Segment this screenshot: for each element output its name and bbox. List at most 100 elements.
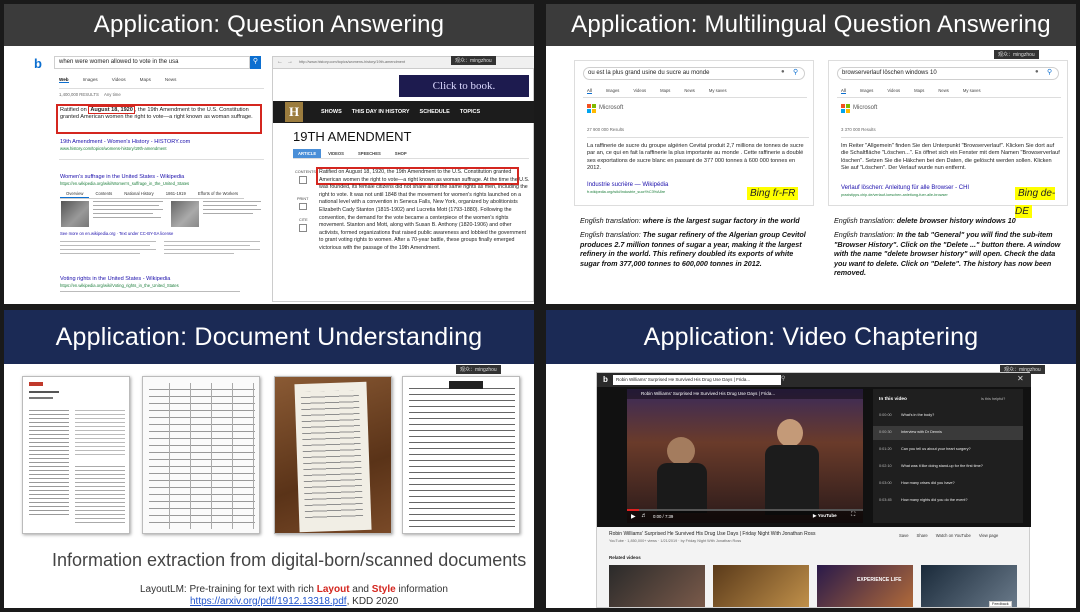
related-thumb-2[interactable] <box>713 565 809 607</box>
side-contents[interactable]: CONTENTS <box>295 170 316 174</box>
chapter-item[interactable]: 0:00:00 What's in the body? <box>873 409 1023 423</box>
bing-logo-icon[interactable]: b <box>34 56 42 71</box>
fr-tabs: All Images Videos Maps News My saves <box>587 88 727 94</box>
de-tab-saves[interactable]: My saves <box>963 88 981 94</box>
cite-icon[interactable] <box>299 224 307 232</box>
tab-web[interactable]: Web <box>59 77 69 83</box>
result-wiki-link[interactable]: Women's suffrage in the United States - … <box>60 174 184 180</box>
article-tab-shop[interactable]: SHOP <box>388 149 414 158</box>
wiki-tab-efforts[interactable]: Efforts of the Workers <box>192 190 244 198</box>
arxiv-link[interactable]: https://arxiv.org/pdf/1912.13318.pdf <box>190 596 347 607</box>
document-thumbnail-1[interactable] <box>22 376 130 534</box>
microsoft-logo-icon <box>841 104 851 114</box>
de-tab-videos[interactable]: Videos <box>887 88 900 94</box>
de-tab-news[interactable]: News <box>938 88 948 94</box>
fr-tab-saves[interactable]: My saves <box>709 88 727 94</box>
view-page-button[interactable]: View page <box>979 533 998 538</box>
de-tabs: All Images Videos Maps News My saves <box>841 88 981 94</box>
de-tab-maps[interactable]: Maps <box>914 88 924 94</box>
camera-icon[interactable]: ● <box>781 69 785 75</box>
de-tab-images[interactable]: Images <box>860 88 874 94</box>
fr-tab-maps[interactable]: Maps <box>660 88 670 94</box>
nav-schedule[interactable]: SCHEDULE <box>420 109 450 115</box>
search-icon[interactable]: ⚲ <box>1047 68 1052 76</box>
search-input[interactable]: when were women allowed to vote in the u… <box>54 56 250 69</box>
wiki-tabs: Overview Contents National History 1861-… <box>60 190 245 199</box>
chapter-time: 0:00:00 <box>879 413 892 417</box>
fr-wiki-link[interactable]: Industrie sucrière — Wikipédia <box>587 182 668 188</box>
related-thumb-1[interactable] <box>609 565 705 607</box>
print-icon[interactable] <box>299 203 307 210</box>
address-bar[interactable]: http://www.history.com/topics/womens-his… <box>299 60 405 64</box>
bing-logo-icon[interactable]: b <box>603 375 608 384</box>
side-print[interactable]: PRINT <box>297 197 308 201</box>
fr-tab-videos[interactable]: Videos <box>633 88 646 94</box>
nav-topics[interactable]: TOPICS <box>460 109 480 115</box>
de-tag: Bing de-DE <box>1015 187 1056 218</box>
nav-this-day[interactable]: THIS DAY IN HISTORY <box>352 109 410 115</box>
volume-icon[interactable]: ♬ <box>641 513 647 519</box>
play-icon[interactable]: ▶ <box>631 513 636 520</box>
save-button[interactable]: Save <box>899 533 909 538</box>
article-tab-videos[interactable]: VIDEOS <box>321 149 351 158</box>
contents-icon[interactable] <box>299 176 307 184</box>
chapter-item[interactable]: 0:03:45 How many nights did you do the ev… <box>873 494 1023 508</box>
progress-track[interactable] <box>627 509 863 511</box>
ad-banner[interactable]: Click to book. <box>399 75 529 97</box>
fr-tab-images[interactable]: Images <box>606 88 620 94</box>
result-voting-link[interactable]: Voting rights in the United States - Wik… <box>60 276 170 282</box>
tab-videos[interactable]: Videos <box>112 77 126 83</box>
below-title[interactable]: Robin Williams' Surprised He Survived Hi… <box>609 531 816 537</box>
any-time-filter[interactable]: Any time <box>104 92 121 98</box>
wiki-tab-1861-1919[interactable]: 1861-1919 <box>160 190 192 198</box>
slide-title: Application: Video Chaptering <box>546 310 1076 364</box>
share-button[interactable]: Share <box>917 533 928 538</box>
document-thumbnail-3[interactable] <box>274 376 392 534</box>
article-tab-speeches[interactable]: SPEECHES <box>351 149 388 158</box>
chapter-panel: In this video Is this helpful? 0:00:00 Wh… <box>873 389 1023 523</box>
article-tab-article[interactable]: ARTICLE <box>293 149 322 158</box>
chapter-item[interactable]: 0:01:20 Can you tell us about your heart … <box>873 443 1023 457</box>
tab-maps[interactable]: Maps <box>140 77 151 83</box>
chapter-item[interactable]: 0:00:30 Interview with Dr Dennis <box>873 426 1023 440</box>
de-tab-all[interactable]: All <box>841 88 846 94</box>
bing-fr-panel: ou est la plus grand usine du sucre au m… <box>574 60 814 206</box>
related-thumb-3[interactable]: EXPERIENCE LIFE <box>817 565 913 607</box>
tab-images[interactable]: Images <box>83 77 98 83</box>
search-icon[interactable]: ⚲ <box>793 68 798 76</box>
search-icon[interactable]: ⚲ <box>781 375 785 382</box>
watch-youtube-button[interactable]: Watch on YouTube <box>936 533 971 538</box>
de-search-input[interactable]: browserverlauf löschen windows 10 <box>837 67 1059 80</box>
video-player[interactable]: Robin Williams' Surprised He Survived Hi… <box>597 387 1031 527</box>
chapter-item[interactable]: 0:03:00 How many crises did you have? <box>873 477 1023 491</box>
fr-translation: English translation: where is the larges… <box>580 216 800 225</box>
wiki-tab-overview[interactable]: Overview <box>60 190 90 198</box>
video-search-input[interactable]: Robin Williams' Surprised He Survived Hi… <box>613 375 781 385</box>
tab-news[interactable]: News <box>165 77 177 83</box>
document-thumbnail-2[interactable] <box>142 376 260 534</box>
see-more-link[interactable]: See more on en.wikipedia.org · Text unde… <box>60 231 173 236</box>
wiki-tab-national-history[interactable]: National History <box>118 190 160 198</box>
close-icon[interactable]: ✕ <box>1017 374 1024 383</box>
history-logo-icon[interactable]: H <box>285 102 303 122</box>
search-icon[interactable]: ⚲ <box>250 56 261 69</box>
fr-tab-news[interactable]: News <box>684 88 694 94</box>
result-history-link[interactable]: 19th Amendment - Women's History - HISTO… <box>60 139 190 145</box>
chapter-item[interactable]: 0:02:10 What was it like doing stand-up f… <box>873 460 1023 474</box>
fr-tab-all[interactable]: All <box>587 88 592 94</box>
fr-search-input[interactable]: ou est la plus grand usine du sucre au m… <box>583 67 805 80</box>
camera-icon[interactable]: ● <box>1035 69 1039 75</box>
forward-arrow-icon[interactable]: → <box>287 59 293 65</box>
back-arrow-icon[interactable]: ← <box>277 59 283 65</box>
document-thumbnail-4[interactable] <box>402 376 520 534</box>
result-voting-url: https://en.wikipedia.org/wiki/Voting_rig… <box>60 283 179 288</box>
fr-tag: Bing fr-FR <box>747 183 799 201</box>
nav-shows[interactable]: SHOWS <box>321 109 342 115</box>
side-cite[interactable]: CITE <box>299 218 308 222</box>
helpful-prompt[interactable]: Is this helpful? <box>981 397 1005 401</box>
de-link[interactable]: Verlauf löschen: Anleitung für alle Brow… <box>841 185 969 191</box>
feedback-button[interactable]: Feedback <box>989 601 1012 607</box>
fullscreen-icon[interactable]: ⛶ <box>851 512 855 519</box>
youtube-logo-icon[interactable]: ▶ YouTube <box>813 513 837 519</box>
wiki-tab-contents[interactable]: Contents <box>89 190 118 198</box>
